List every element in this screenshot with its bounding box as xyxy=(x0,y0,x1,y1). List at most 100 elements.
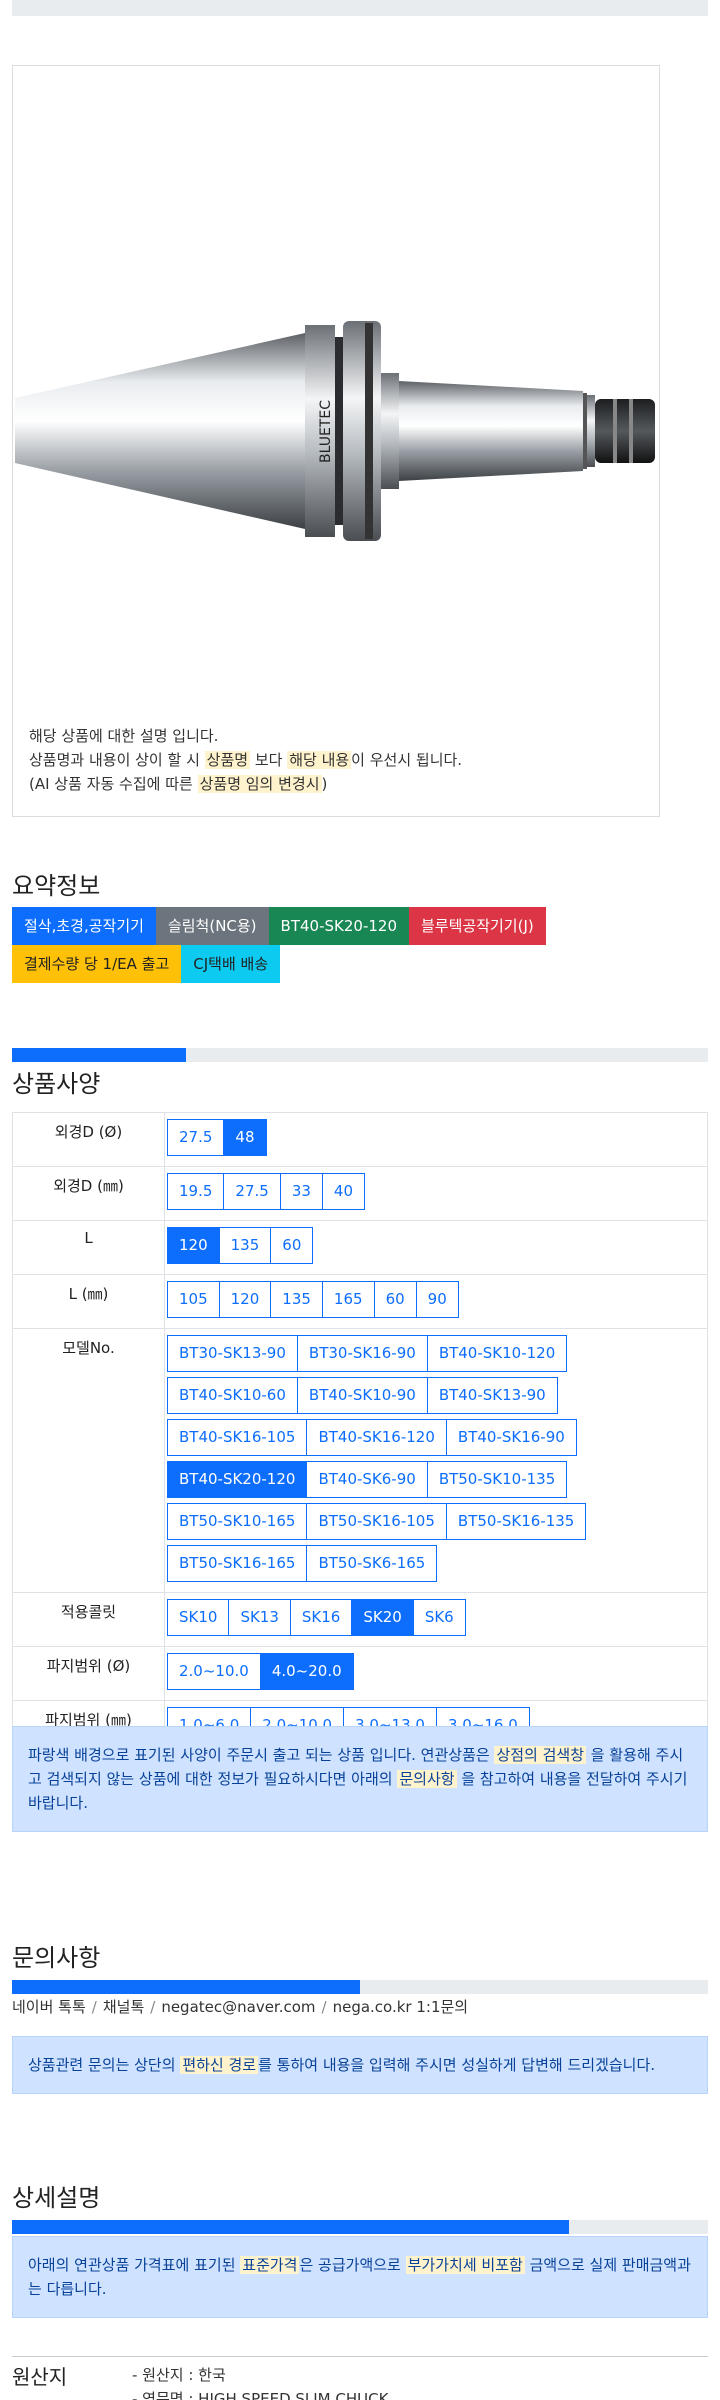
notice-text: 를 통하여 내용을 입력해 주시면 성실하게 답변해 드리겠습니다. xyxy=(258,2056,656,2074)
detail-title: 상세설명 xyxy=(12,2184,101,2212)
option-button[interactable]: BT40-SK6-90 xyxy=(306,1461,428,1498)
option-button[interactable]: BT50-SK6-165 xyxy=(306,1545,438,1582)
badge-type[interactable]: 슬림척(NC용) xyxy=(155,907,269,945)
brand-mark: BLUETEC xyxy=(318,400,334,463)
spec-title: 상품사양 xyxy=(12,1070,101,1098)
option-button[interactable]: 27.5 xyxy=(223,1173,281,1210)
notice-text: 상품관련 문의는 상단의 xyxy=(28,2056,181,2074)
option-button[interactable]: 120 xyxy=(218,1281,272,1318)
inquiry-progress-bar xyxy=(12,1980,708,1994)
option-button[interactable]: 135 xyxy=(270,1281,323,1318)
option-button[interactable]: 60 xyxy=(270,1227,314,1264)
notice-text: 은 공급가액으로 xyxy=(299,2256,406,2274)
option-group-model-2: BT40-SK10-60 BT40-SK10-90 BT40-SK13-90 xyxy=(165,1377,707,1419)
option-group-model-4: BT40-SK20-120 BT40-SK6-90 BT50-SK10-135 xyxy=(165,1461,707,1503)
option-button-selected[interactable]: 4.0~20.0 xyxy=(259,1653,354,1690)
contact-channel-talk[interactable]: 채널톡 xyxy=(103,1998,144,2016)
highlight-product-name: 상품명 xyxy=(204,751,251,769)
badge-quantity: 결제수량 당 1/EA 출고 xyxy=(12,945,182,983)
product-page: BLUETEC 해당 상품에 대한 설명 입니다. 상품명과 내용이 상이 할 … xyxy=(0,0,720,2400)
option-button-selected[interactable]: 120 xyxy=(167,1227,220,1264)
product-card: BLUETEC 해당 상품에 대한 설명 입니다. 상품명과 내용이 상이 할 … xyxy=(12,65,660,817)
option-button[interactable]: 165 xyxy=(321,1281,375,1318)
spec-row: 파지범위 (Ø) 2.0~10.0 4.0~20.0 xyxy=(12,1646,708,1701)
spec-options: 27.5 48 xyxy=(164,1112,708,1167)
contact-naver-talk[interactable]: 네이버 톡톡 xyxy=(12,1998,86,2016)
spec-row: L 120 135 60 xyxy=(12,1220,708,1275)
contact-links: 네이버 톡톡 / 채널톡 / negatec@naver.com / nega.co.kr … xyxy=(12,1996,468,2017)
contact-email[interactable]: negatec@naver.com xyxy=(161,1998,315,2016)
option-group-l: 120 135 60 xyxy=(165,1227,707,1269)
spec-options: 105 120 135 165 60 90 xyxy=(164,1274,708,1329)
option-button[interactable]: 19.5 xyxy=(167,1173,225,1210)
separator: / xyxy=(150,1998,156,2016)
option-button[interactable]: SK16 xyxy=(289,1599,353,1636)
summary-badges: 절삭,초경,공작기기 슬림척(NC용) BT40-SK20-120 블루텍공작기… xyxy=(12,907,708,983)
spec-options: 2.0~10.0 4.0~20.0 xyxy=(164,1646,708,1701)
spec-options: 120 135 60 xyxy=(164,1220,708,1275)
contact-website[interactable]: nega.co.kr 1:1문의 xyxy=(333,1998,469,2016)
spec-label: L (㎜) xyxy=(12,1274,165,1329)
option-button[interactable]: BT30-SK13-90 xyxy=(167,1335,298,1372)
option-button[interactable]: BT40-SK16-90 xyxy=(445,1419,577,1456)
option-button[interactable]: 90 xyxy=(415,1281,459,1318)
option-button[interactable]: SK13 xyxy=(228,1599,291,1636)
option-button[interactable]: BT40-SK10-60 xyxy=(167,1377,298,1414)
badge-row-2: 결제수량 당 1/EA 출고 CJ택배 배송 xyxy=(12,945,708,983)
option-button[interactable]: 27.5 xyxy=(167,1119,225,1156)
option-button[interactable]: BT50-SK10-165 xyxy=(167,1503,308,1540)
option-group-model-6: BT50-SK16-165 BT50-SK6-165 xyxy=(165,1545,707,1587)
summary-title: 요약정보 xyxy=(12,872,101,900)
product-image: BLUETEC xyxy=(15,321,655,541)
highlight-name-change: 상품명 임의 변경시 xyxy=(197,775,322,793)
spec-options: SK10 SK13 SK16 SK20 SK6 xyxy=(164,1592,708,1647)
option-button[interactable]: BT50-SK16-135 xyxy=(445,1503,587,1540)
spec-progress-bar xyxy=(12,1048,708,1062)
option-button[interactable]: 105 xyxy=(167,1281,220,1318)
top-gray-bar xyxy=(12,0,708,16)
highlight-standard-price: 표준가격 xyxy=(240,2256,300,2274)
option-button[interactable]: BT40-SK16-105 xyxy=(167,1419,308,1456)
spec-table: 외경D (Ø) 27.5 48 외경D (㎜) 19.5 27.5 33 40 xyxy=(12,1112,708,1755)
option-button[interactable]: BT40-SK10-120 xyxy=(426,1335,568,1372)
option-button[interactable]: BT50-SK10-135 xyxy=(426,1461,568,1498)
badge-model[interactable]: BT40-SK20-120 xyxy=(268,907,409,945)
badge-category[interactable]: 절삭,초경,공작기기 xyxy=(12,907,156,945)
badge-shipping: CJ택배 배송 xyxy=(181,945,281,983)
option-button[interactable]: 40 xyxy=(321,1173,365,1210)
spec-options: 19.5 27.5 33 40 xyxy=(164,1166,708,1221)
option-group-model-3: BT40-SK16-105 BT40-SK16-120 BT40-SK16-90 xyxy=(165,1419,707,1461)
badge-brand[interactable]: 블루텍공작기기(J) xyxy=(409,907,546,945)
option-button[interactable]: SK10 xyxy=(167,1599,230,1636)
badge-row-1: 절삭,초경,공작기기 슬림척(NC용) BT40-SK20-120 블루텍공작기… xyxy=(12,907,708,945)
inquiry-notice: 상품관련 문의는 상단의 편하신 경로 를 통하여 내용을 입력해 주시면 성실하… xyxy=(12,2036,708,2094)
option-button[interactable]: 135 xyxy=(218,1227,272,1264)
option-button[interactable]: 33 xyxy=(279,1173,323,1210)
option-button-selected[interactable]: 48 xyxy=(223,1119,267,1156)
spec-row: 모델No. BT30-SK13-90 BT30-SK16-90 BT40-SK1… xyxy=(12,1328,708,1593)
option-button[interactable]: BT40-SK13-90 xyxy=(426,1377,558,1414)
option-button[interactable]: BT50-SK16-105 xyxy=(306,1503,447,1540)
spec-row: 적용콜릿 SK10 SK13 SK16 SK20 SK6 xyxy=(12,1592,708,1647)
desc-text: 상품명과 내용이 상이 할 시 xyxy=(29,751,205,769)
option-button[interactable]: 2.0~10.0 xyxy=(167,1653,261,1690)
origin-english-name: - 영문명 : HIGH SPEED SLIM CHUCK xyxy=(132,2390,389,2400)
option-button[interactable]: BT40-SK10-90 xyxy=(296,1377,428,1414)
option-button[interactable]: SK6 xyxy=(412,1599,466,1636)
highlight-vat: 부가가치세 비포함 xyxy=(405,2256,525,2274)
separator: / xyxy=(321,1998,327,2016)
detail-progress-bar xyxy=(12,2220,708,2234)
spec-progress-fill xyxy=(12,1048,186,1062)
origin-country: - 원산지 : 한국 xyxy=(132,2366,226,2384)
spec-label: 모델No. xyxy=(12,1328,165,1593)
option-button[interactable]: BT40-SK16-120 xyxy=(306,1419,447,1456)
origin-values: - 원산지 : 한국 - 영문명 : HIGH SPEED SLIM CHUCK xyxy=(132,2363,388,2400)
option-button-selected[interactable]: SK20 xyxy=(351,1599,414,1636)
option-group-collet: SK10 SK13 SK16 SK20 SK6 xyxy=(165,1599,707,1641)
option-button[interactable]: 60 xyxy=(373,1281,417,1318)
spec-label: 적용콜릿 xyxy=(12,1592,165,1647)
option-button[interactable]: BT50-SK16-165 xyxy=(167,1545,308,1582)
option-button[interactable]: BT30-SK16-90 xyxy=(296,1335,428,1372)
option-button-selected[interactable]: BT40-SK20-120 xyxy=(167,1461,308,1498)
inquiry-progress-fill xyxy=(12,1980,360,1994)
